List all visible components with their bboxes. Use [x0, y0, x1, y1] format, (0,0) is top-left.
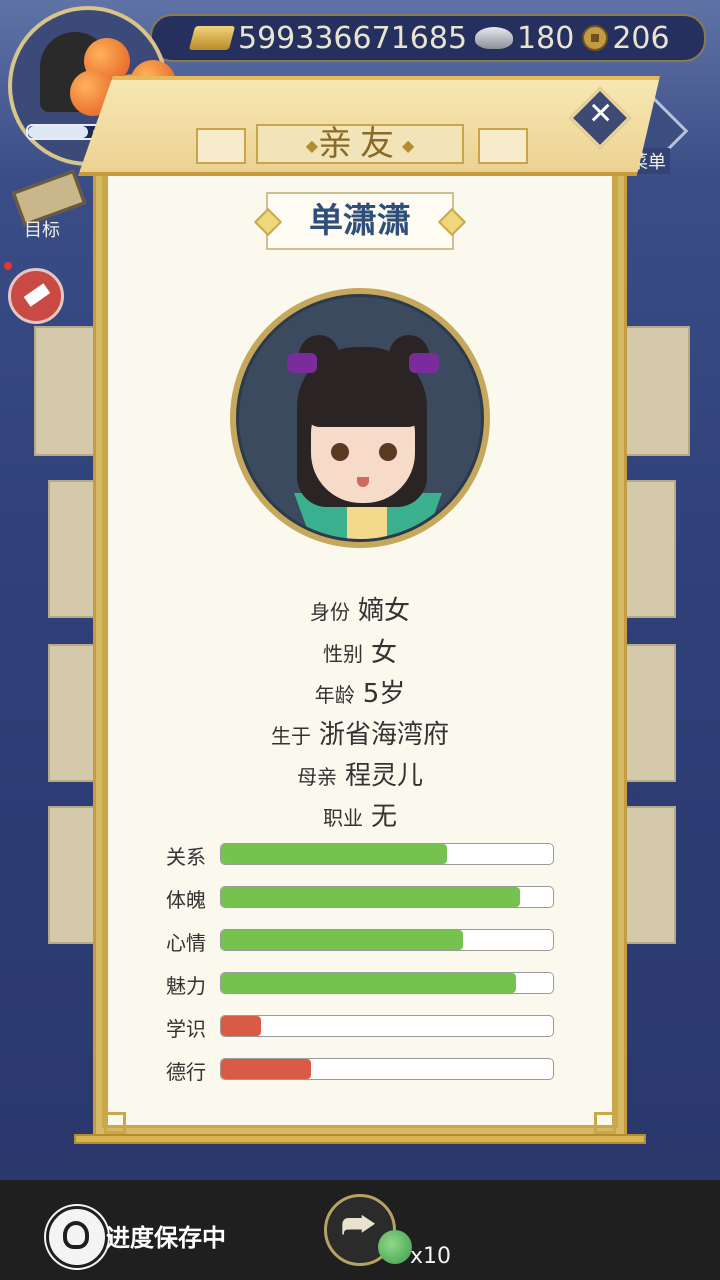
info-value: 无 [370, 802, 397, 832]
header-ornament [478, 128, 528, 164]
stat-charm: 魅力 [166, 972, 556, 998]
character-portrait [230, 288, 490, 548]
stat-mood: 心情 [166, 929, 556, 955]
info-gender: 性别女 [0, 632, 720, 669]
silver-amount: 180 [517, 20, 575, 56]
info-key: 年龄 [314, 683, 355, 707]
info-value: 浙省海湾府 [318, 720, 449, 750]
stat-fill [221, 1016, 261, 1036]
stat-label: 德行 [166, 1060, 206, 1084]
corner-ornament [594, 1112, 616, 1134]
info-key: 性别 [322, 642, 363, 666]
stat-label: 关系 [166, 845, 206, 869]
stat-label: 心情 [166, 931, 206, 955]
dragon-save-icon [46, 1206, 108, 1268]
character-name: 单潇潇 [266, 192, 454, 250]
save-status: 进度保存中 [106, 1224, 226, 1252]
silver-ingot-icon [475, 27, 514, 49]
stat-fill [221, 973, 517, 993]
info-value: 程灵儿 [344, 761, 423, 791]
stat-fill [221, 1059, 311, 1079]
gold-ingot-icon [188, 26, 236, 50]
notification-dot [4, 262, 12, 270]
dialog-title-text: 亲友 [318, 124, 402, 164]
info-age: 年龄 5岁 [0, 673, 720, 710]
share-multiplier: x10 [410, 1244, 452, 1269]
goal-label: 目标 [24, 220, 60, 241]
info-identity: 身份 嫡女 [0, 590, 720, 627]
background-card [616, 326, 690, 456]
stat-physique: 体魄 [166, 886, 556, 912]
info-value: 嫡女 [357, 596, 410, 626]
stat-fill [221, 930, 464, 950]
goal-button[interactable]: 目标 [10, 169, 87, 241]
copper-coin-icon [582, 25, 609, 51]
stat-fill [221, 844, 447, 864]
stat-fill [221, 887, 520, 907]
corner-ornament [104, 1112, 126, 1134]
info-key: 母亲 [296, 765, 337, 789]
dialog-bottom-rail [74, 1134, 646, 1144]
info-key: 身份 [309, 600, 350, 624]
gold-amount: 599336671685 [238, 20, 468, 56]
info-value: 5岁 [362, 679, 406, 709]
stat-relationship: 关系 [166, 843, 556, 869]
coin-amount: 206 [612, 20, 670, 56]
close-icon: ✕ [588, 96, 614, 132]
info-value: 女 [370, 638, 397, 668]
stat-label: 学识 [166, 1017, 206, 1041]
info-key: 职业 [322, 806, 363, 830]
stat-label: 魅力 [166, 974, 206, 998]
resource-bar: 599336671685 180 206 [150, 14, 706, 62]
stat-virtue: 德行 [166, 1058, 556, 1084]
info-mother: 母亲 程灵儿 [0, 755, 720, 792]
info-key: 生于 [270, 724, 311, 748]
stat-knowledge: 学识 [166, 1015, 556, 1041]
mascot-icon [378, 1230, 412, 1264]
info-birthplace: 生于 浙省海湾府 [0, 714, 720, 751]
header-ornament [196, 128, 246, 164]
dialog-title: ◆亲友◆ [256, 124, 464, 164]
info-occupation: 职业无 [0, 796, 720, 833]
broom-button[interactable] [8, 268, 64, 324]
stat-label: 体魄 [166, 888, 206, 912]
